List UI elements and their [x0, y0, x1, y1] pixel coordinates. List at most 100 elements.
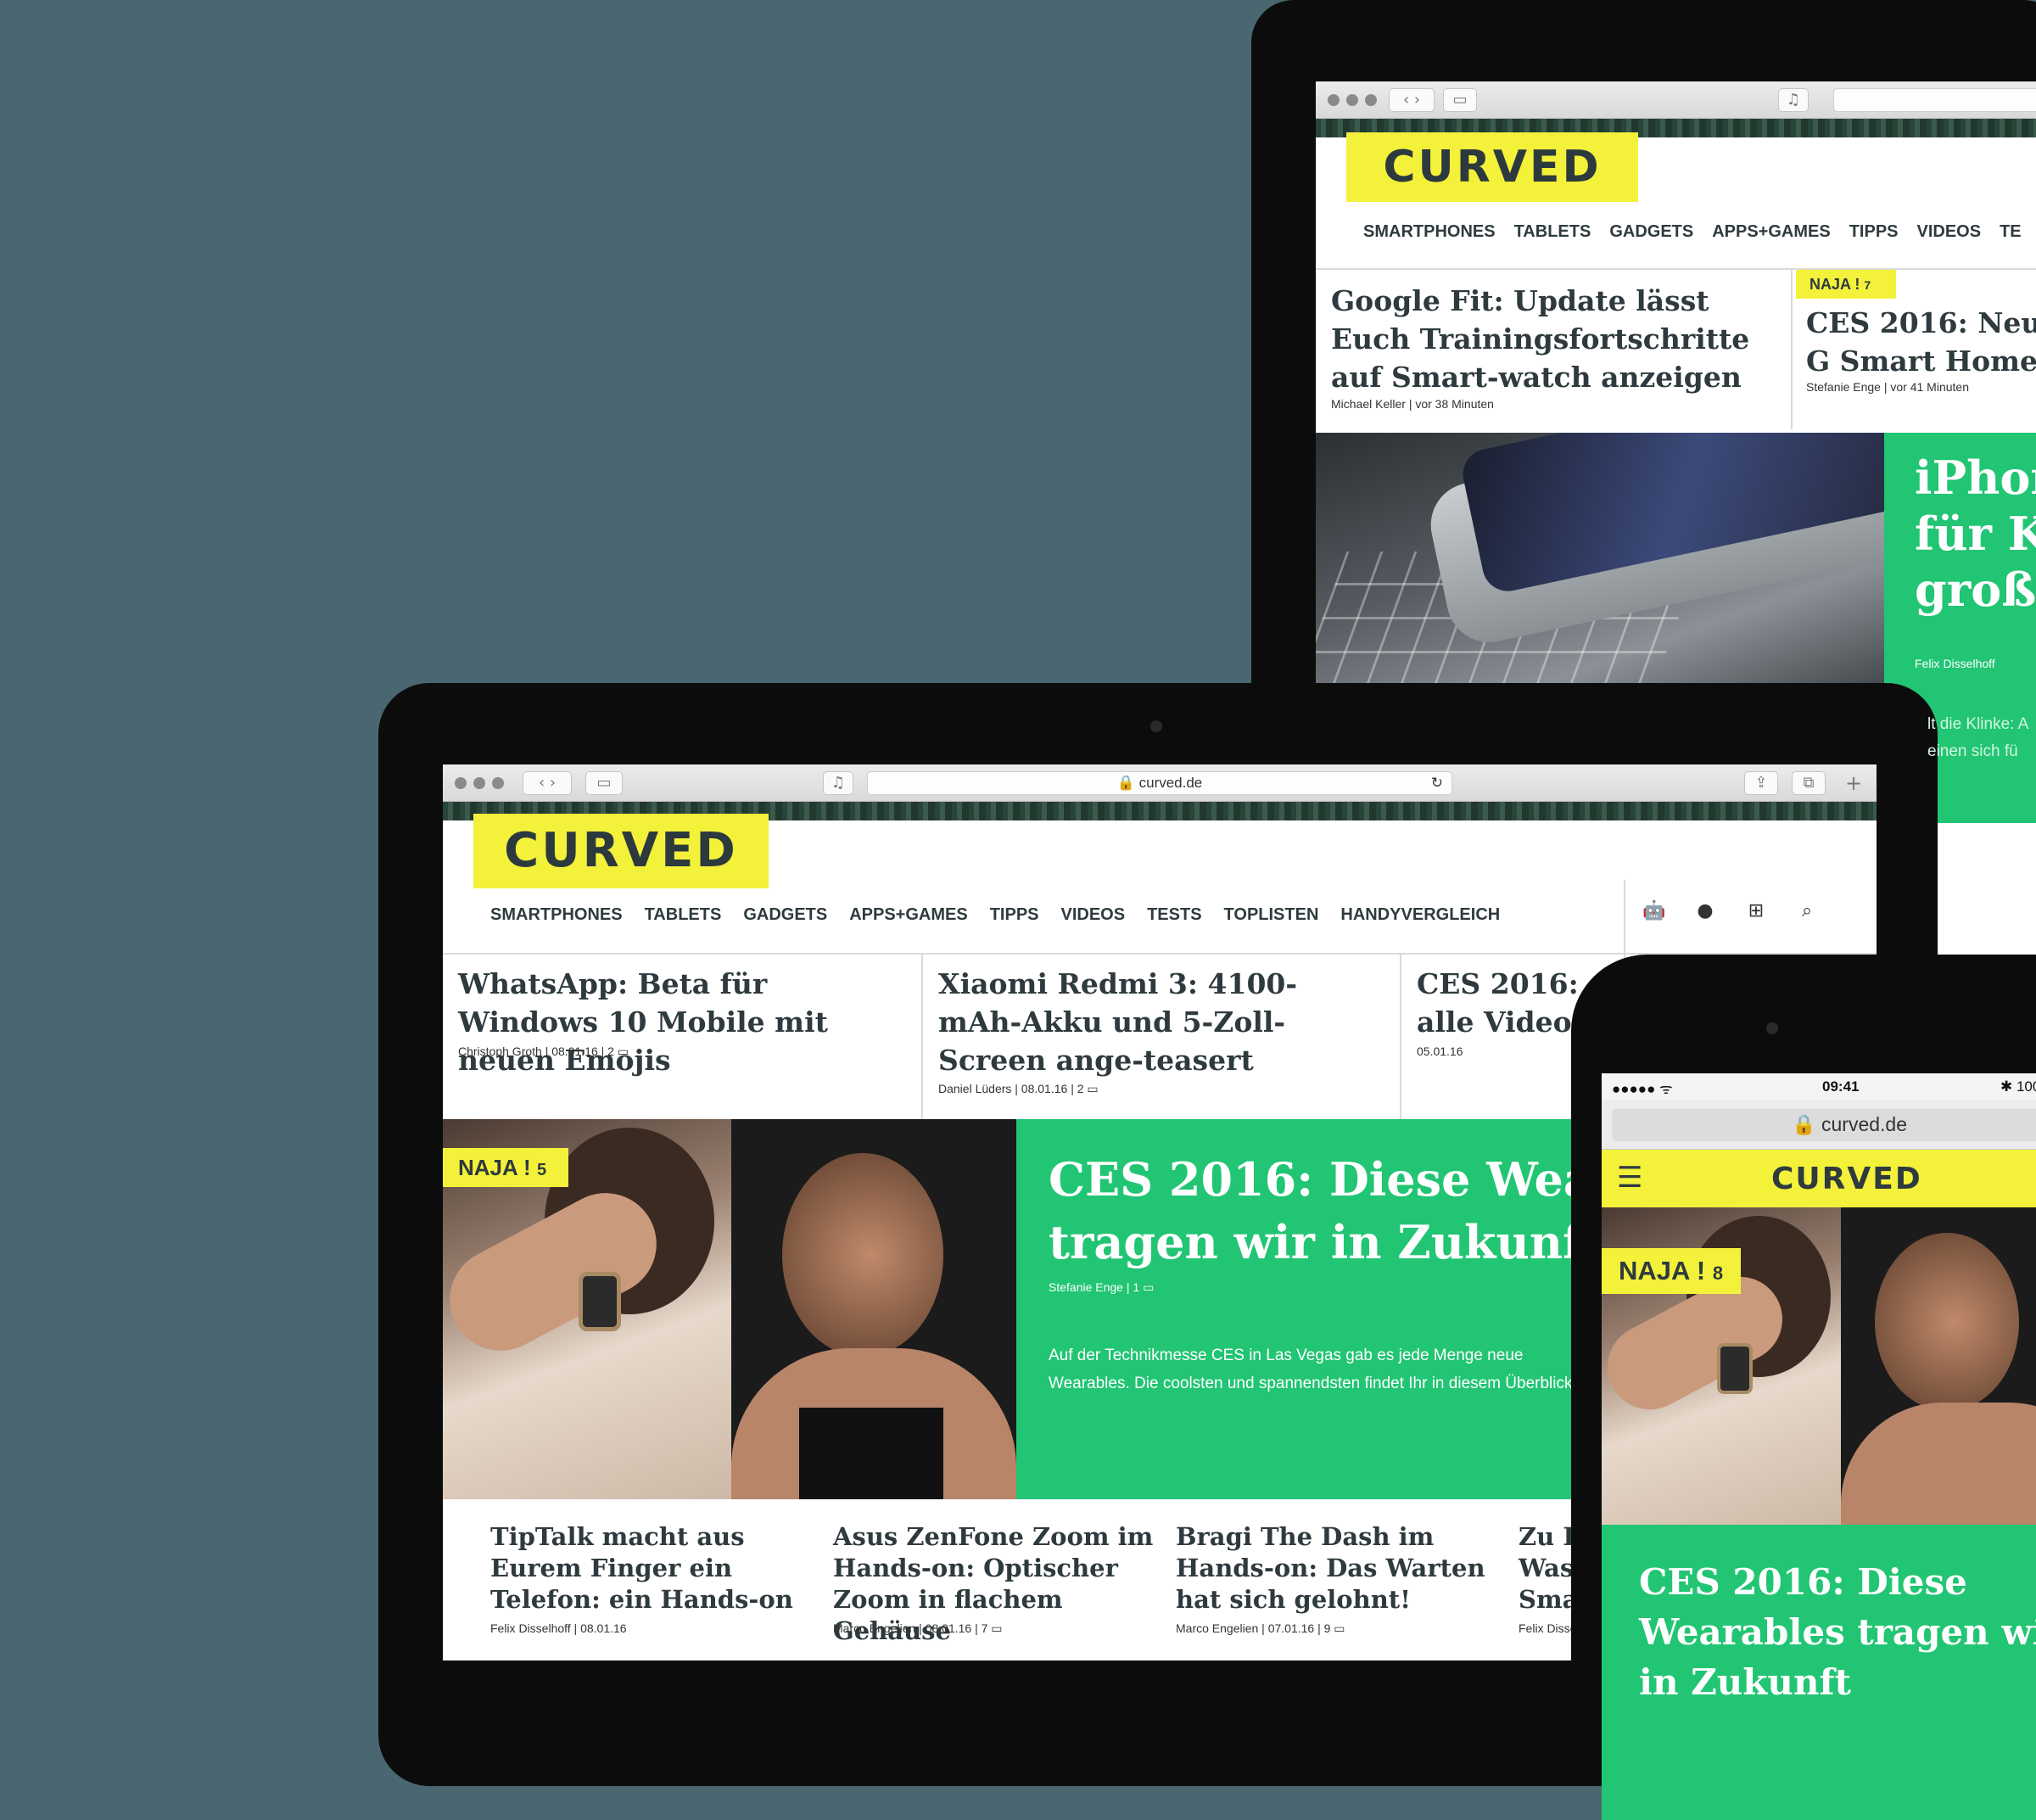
tabs-icon[interactable]: ⧉ — [1792, 771, 1826, 795]
nav-apps-games[interactable]: APPS+GAMES — [1712, 222, 1830, 242]
signal-icon: ●●●●● ᯤ — [1612, 1081, 1673, 1097]
curved-logo[interactable]: CURVED — [473, 814, 769, 888]
status-bar: ●●●●● ᯤ 09:41 ✱ 100 % — [1602, 1073, 2036, 1100]
phone-screen: ●●●●● ᯤ 09:41 ✱ 100 % 🔒 curved.de ☰ CURV… — [1602, 1073, 2036, 1820]
phone-hero-image-right[interactable] — [1841, 1207, 2036, 1525]
sidebar-toggle-icon[interactable]: ▭ — [585, 771, 623, 795]
comment-icon: ▭ — [1143, 1280, 1155, 1294]
nav-videos[interactable]: VIDEOS — [1917, 222, 1982, 242]
nav-tipps[interactable]: TIPPS — [990, 905, 1039, 925]
phone-chrome: 🔒 curved.de — [1602, 1100, 2036, 1150]
story-divider — [921, 955, 923, 1119]
address-text: curved.de — [1821, 1113, 1908, 1135]
apple-icon[interactable]: ● — [1688, 900, 1722, 921]
badge-label: NAJA ! — [1619, 1256, 1706, 1285]
smartphone: ●●●●● ᯤ 09:41 ✱ 100 % 🔒 curved.de ☰ CURV… — [1571, 955, 2036, 1820]
nav-tests[interactable]: TESTS — [1147, 905, 1201, 925]
nav-smartphones[interactable]: SMARTPHONES — [1363, 222, 1496, 242]
sidebar-toggle-icon[interactable]: ▭ — [1443, 88, 1477, 112]
main-nav: SMARTPHONES TABLETS GADGETS APPS+GAMES T… — [1363, 222, 2022, 242]
phone-hero-teaser[interactable]: CES 2016: Diese Wearables tragen wir in … — [1602, 1525, 2036, 1820]
badge-count: 7 — [1864, 278, 1871, 292]
battery-status: ✱ 100 % — [2000, 1078, 2036, 1095]
nav-tipps[interactable]: TIPPS — [1849, 222, 1899, 242]
naja-badge: NAJA ! 8 — [1602, 1248, 1741, 1294]
share-icon[interactable]: ⇪ — [1744, 771, 1778, 795]
hero-image-right[interactable] — [731, 1119, 1016, 1499]
window-minimize-dot[interactable] — [1346, 94, 1358, 106]
reload-icon[interactable]: ↻ — [1431, 772, 1443, 794]
back-forward-buttons[interactable]: ‹ › — [1389, 88, 1435, 112]
feature-headline: iPhon für K große — [1915, 451, 2036, 617]
story-headline-fragment: on: cht, — [1938, 836, 1993, 901]
nav-toplisten[interactable]: TOPLISTEN — [1224, 905, 1319, 925]
photo-watch — [579, 1272, 621, 1331]
earpiece — [1766, 1022, 1778, 1034]
photo-shoulders — [1841, 1403, 2036, 1525]
story-headline[interactable]: Xiaomi Redmi 3: 4100-mAh-Akku und 5-Zoll… — [938, 965, 1379, 1079]
hero-text: Auf der Technikmesse CES in Las Vegas ga… — [1049, 1347, 1577, 1392]
badge-count: 5 — [536, 1161, 547, 1179]
nav-apps-games[interactable]: APPS+GAMES — [849, 905, 967, 925]
nav-gadgets[interactable]: GADGETS — [743, 905, 827, 925]
reader-icon[interactable]: ♫ — [823, 771, 853, 795]
comment-icon: ▭ — [1087, 1082, 1099, 1095]
nav-tests[interactable]: TE — [2000, 222, 2022, 242]
nav-tablets[interactable]: TABLETS — [645, 905, 722, 925]
address-text: curved.de — [1138, 775, 1203, 791]
story-meta-text: Daniel Lüders | 08.01.16 | 2 — [938, 1082, 1084, 1095]
nav-gadgets[interactable]: GADGETS — [1609, 222, 1693, 242]
badge-label: NAJA ! — [458, 1155, 531, 1180]
story-meta: Felix Disselhoff | 08.01.16 — [490, 1621, 627, 1635]
address-bar[interactable]: 🔒 curved.de ↻ — [867, 771, 1452, 795]
windows-icon[interactable]: ⊞ — [1739, 900, 1773, 921]
naja-badge: NAJA ! 7 — [1796, 270, 1896, 299]
nav-tablets[interactable]: TABLETS — [1514, 222, 1591, 242]
story-meta: Christoph Groth | 08.01.16 | 2 ▭ — [458, 1044, 629, 1059]
story-headline[interactable]: WhatsApp: Beta für Windows 10 Mobile mit… — [458, 965, 916, 1079]
status-time: 09:41 — [1822, 1078, 1860, 1095]
photo-watch — [1717, 1343, 1753, 1394]
comment-icon: ▭ — [617, 1044, 629, 1058]
address-bar[interactable]: 🔒 curved.de — [1612, 1109, 2036, 1141]
curved-logo[interactable]: CURVED — [1346, 132, 1638, 202]
story-headline[interactable]: Google Fit: Update lässt Euch Trainingsf… — [1331, 282, 1781, 396]
story-meta-text: Marco Engelien | 07.01.16 | 9 — [1176, 1621, 1331, 1635]
story-divider — [1400, 955, 1401, 1119]
search-icon[interactable]: ⌕ — [1790, 900, 1824, 921]
window-zoom-dot[interactable] — [492, 777, 504, 789]
front-camera — [1150, 720, 1162, 732]
story-headline[interactable]: CES 2016: Neue G Smart Home — [1806, 304, 2036, 380]
story-headline[interactable]: TipTalk macht aus Eurem Finger ein Telef… — [490, 1521, 796, 1616]
window-close-dot[interactable] — [455, 777, 467, 789]
story-meta: Marco Engelien | 07.01.16 | 9 ▭ — [1176, 1621, 1345, 1636]
naja-badge: NAJA ! 5 — [443, 1148, 568, 1187]
battery-text: 100 % — [2016, 1078, 2036, 1095]
back-forward-buttons[interactable]: ‹ › — [523, 771, 572, 795]
window-minimize-dot[interactable] — [473, 777, 485, 789]
nav-handyvergleich[interactable]: HANDYVERGLEICH — [1340, 905, 1500, 925]
feature-text-fragment: lt die Klinke: A einen sich fü — [1927, 715, 2028, 760]
window-zoom-dot[interactable] — [1365, 94, 1377, 106]
menu-icon[interactable]: ☰ — [1617, 1163, 1647, 1194]
photo-face — [782, 1153, 943, 1357]
feature-image[interactable] — [1316, 433, 1884, 704]
browser-toolbar: ‹ › ▭ ♫ 🔒 curve — [1316, 81, 2036, 119]
story-meta: Michael Keller | vor 38 Minuten — [1331, 397, 1494, 411]
android-icon[interactable]: 🤖 — [1637, 900, 1671, 921]
reader-icon[interactable]: ♫ — [1778, 88, 1809, 112]
story-meta-text: Christoph Groth | 08.01.16 | 2 — [458, 1044, 614, 1058]
curved-logo[interactable]: CURVED — [1771, 1162, 1922, 1196]
nav-videos[interactable]: VIDEOS — [1061, 905, 1126, 925]
address-bar[interactable]: 🔒 curve — [1833, 88, 2036, 112]
story-headline[interactable]: Bragi The Dash im Hands-on: Das Warten h… — [1176, 1521, 1498, 1616]
nav-smartphones[interactable]: SMARTPHONES — [490, 905, 623, 925]
window-close-dot[interactable] — [1328, 94, 1340, 106]
badge-label: NAJA ! — [1809, 276, 1860, 293]
phone-hero-headline: CES 2016: Diese Wearables tragen wir in … — [1639, 1561, 2036, 1703]
story-divider — [1791, 270, 1793, 429]
new-tab-icon[interactable]: + — [1841, 771, 1866, 795]
story-meta-text: Marco Engelien | 08.01.16 | 7 — [833, 1621, 988, 1635]
story-meta: Felix Disse — [1519, 1621, 1577, 1635]
browser-toolbar: ‹ › ▭ ♫ 🔒 curved.de ↻ ⇪ ⧉ + — [443, 764, 1877, 802]
